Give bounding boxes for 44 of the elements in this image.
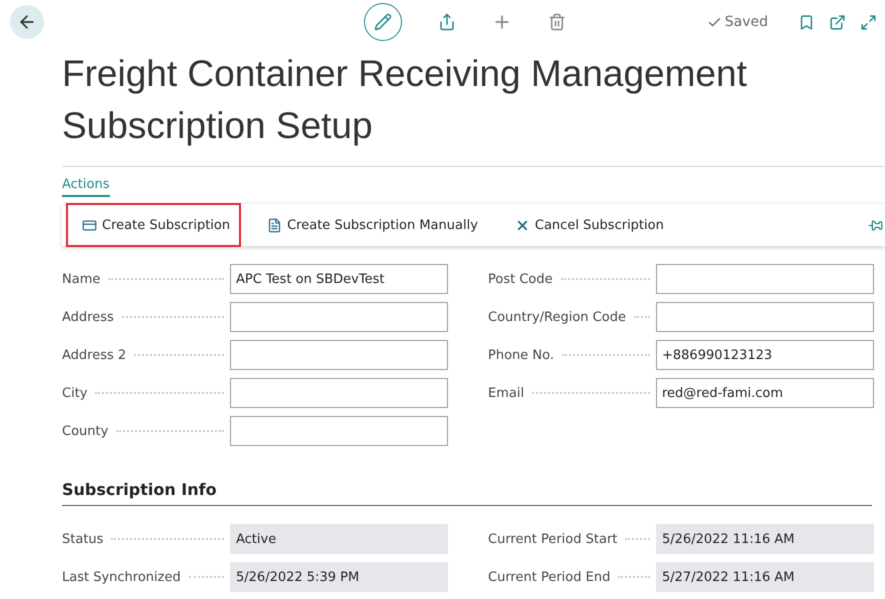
- field-label: Country/Region Code: [488, 310, 626, 324]
- open-new-window-button[interactable]: [829, 14, 846, 30]
- field-label: Post Code: [488, 272, 553, 286]
- read-only-field: 5/26/2022 5:39 PM: [230, 562, 448, 592]
- input-field[interactable]: [656, 264, 874, 294]
- action-button[interactable]: Create Subscription: [66, 203, 242, 247]
- back-button[interactable]: [10, 5, 44, 39]
- read-only-field: 5/26/2022 11:16 AM: [656, 524, 874, 554]
- input-field[interactable]: red@red-fami.com: [656, 378, 874, 408]
- field-label: Current Period End: [488, 570, 610, 584]
- field-label: Name: [62, 272, 100, 286]
- input-field[interactable]: APC Test on SBDevTest: [230, 264, 448, 294]
- input-field[interactable]: [656, 302, 874, 332]
- share-button[interactable]: [438, 13, 456, 31]
- action-button[interactable]: Create Subscription Manually: [251, 203, 489, 247]
- field-label: City: [62, 386, 88, 400]
- field-label: Email: [488, 386, 524, 400]
- page-title: Freight Container Receiving Management Subscription Setup: [62, 52, 748, 148]
- field-label: Current Period Start: [488, 532, 618, 546]
- input-field[interactable]: +886990123123: [656, 340, 874, 370]
- field-label: Address 2: [62, 348, 126, 362]
- delete-button[interactable]: [548, 13, 566, 31]
- edit-button[interactable]: [364, 3, 402, 41]
- field-label: Address: [62, 310, 114, 324]
- saved-status: Saved: [724, 14, 768, 30]
- read-only-field: Active: [230, 524, 448, 554]
- read-only-field: 5/27/2022 11:16 AM: [656, 562, 874, 592]
- document-icon: [267, 218, 282, 232]
- pin-button[interactable]: [868, 218, 883, 232]
- input-field[interactable]: [230, 340, 448, 370]
- input-field[interactable]: [230, 378, 448, 408]
- card-icon: [82, 218, 97, 232]
- field-label: Phone No.: [488, 348, 554, 362]
- action-button[interactable]: Cancel Subscription: [498, 203, 675, 247]
- input-field[interactable]: [230, 302, 448, 332]
- expand-button[interactable]: [860, 14, 877, 30]
- field-label: Status: [62, 532, 104, 546]
- input-field[interactable]: [230, 416, 448, 446]
- section-heading: Subscription Info: [62, 480, 872, 506]
- field-label: Last Synchronized: [62, 570, 181, 584]
- actions-tab[interactable]: Actions: [62, 177, 110, 197]
- field-label: County: [62, 424, 108, 438]
- bookmark-button[interactable]: [798, 14, 815, 30]
- pencil-icon: [374, 13, 392, 31]
